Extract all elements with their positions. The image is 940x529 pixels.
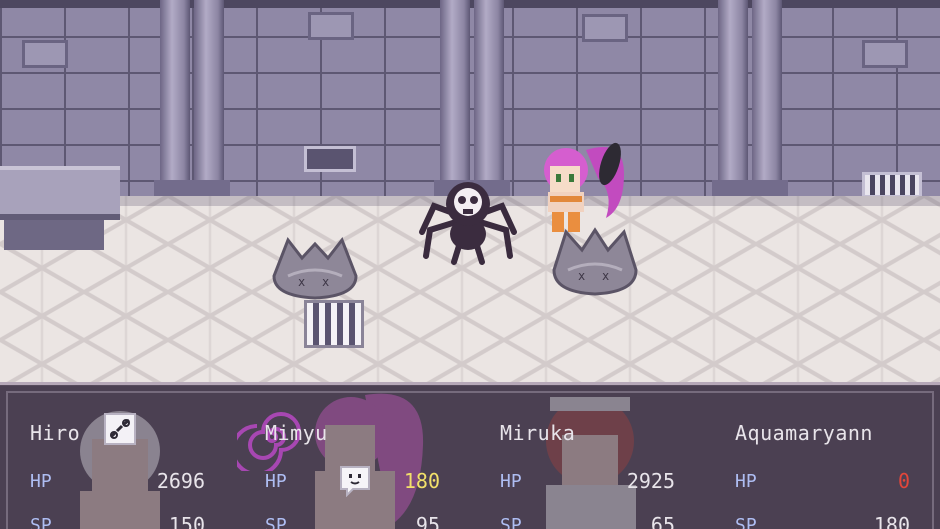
hp-label: HP bbox=[30, 471, 52, 492]
portrait-miruka bbox=[546, 397, 636, 529]
wall-grate bbox=[862, 172, 922, 198]
actor-name: Mimyu bbox=[265, 421, 328, 445]
wall-plaque bbox=[22, 40, 68, 68]
hp-label: HP bbox=[735, 471, 757, 492]
hp-value: 0 bbox=[897, 469, 910, 493]
enemy-gray-slime-left[interactable]: x x bbox=[268, 236, 362, 300]
actor-slot-mimyu[interactable]: Mimyu HP 180 SP 95 bbox=[235, 385, 470, 529]
sp-label: SP bbox=[500, 515, 522, 529]
actor-slot-hiro[interactable]: Hiro HP 2696 SP 150 bbox=[0, 385, 235, 529]
stone-pillar bbox=[188, 0, 230, 196]
sp-label: SP bbox=[265, 515, 287, 529]
actor-name: Hiro bbox=[30, 421, 81, 445]
sp-label: SP bbox=[735, 515, 757, 529]
hp-value: 180 bbox=[403, 469, 440, 493]
stone-pillar bbox=[154, 0, 196, 196]
actor-slot-aquamaryann[interactable]: Aquamaryann HP 0 SP 180 bbox=[705, 385, 940, 529]
wall-plaque bbox=[862, 40, 908, 68]
party-status-window: Hiro HP 2696 SP 150 Mimyu HP 180 SP 95 M… bbox=[0, 382, 940, 529]
wall-drain bbox=[304, 146, 356, 172]
hp-value: 2925 bbox=[626, 469, 675, 493]
sp-value: 95 bbox=[415, 513, 440, 529]
stone-pillar bbox=[712, 0, 754, 196]
enemy-skull-spider[interactable] bbox=[416, 176, 520, 268]
stone-pillar bbox=[746, 0, 788, 196]
actor-name: Aquamaryann bbox=[735, 421, 873, 445]
wall-plaque bbox=[582, 14, 628, 42]
bind-chain-icon bbox=[104, 413, 136, 445]
enemy-gray-slime-right[interactable]: x x bbox=[548, 226, 642, 296]
svg-text:x: x bbox=[602, 269, 609, 283]
hp-label: HP bbox=[500, 471, 522, 492]
actor-slot-miruka[interactable]: Miruka HP 2925 SP 65 bbox=[470, 385, 705, 529]
sp-label: SP bbox=[30, 515, 52, 529]
floor-grate bbox=[304, 300, 364, 348]
stone-pillar bbox=[468, 0, 510, 196]
svg-text:x: x bbox=[298, 275, 305, 289]
battle-screen: x x x x Hiro HP 2696 SP 150 Mimyu HP 180… bbox=[0, 0, 940, 529]
speech-face-icon bbox=[340, 466, 370, 497]
sp-value: 65 bbox=[650, 513, 675, 529]
hp-value: 2696 bbox=[156, 469, 205, 493]
party-sprite-pink-hair bbox=[544, 142, 624, 232]
actor-name: Miruka bbox=[500, 421, 576, 445]
sp-value: 180 bbox=[873, 513, 910, 529]
dungeon-wall bbox=[0, 0, 940, 196]
wall-plaque bbox=[308, 12, 354, 40]
stone-pillar bbox=[434, 0, 476, 196]
svg-text:x: x bbox=[578, 269, 585, 283]
portrait-mimyu bbox=[315, 393, 424, 529]
hp-label: HP bbox=[265, 471, 287, 492]
stone-bench bbox=[0, 166, 120, 250]
sp-value: 150 bbox=[168, 513, 205, 529]
svg-text:x: x bbox=[322, 275, 329, 289]
